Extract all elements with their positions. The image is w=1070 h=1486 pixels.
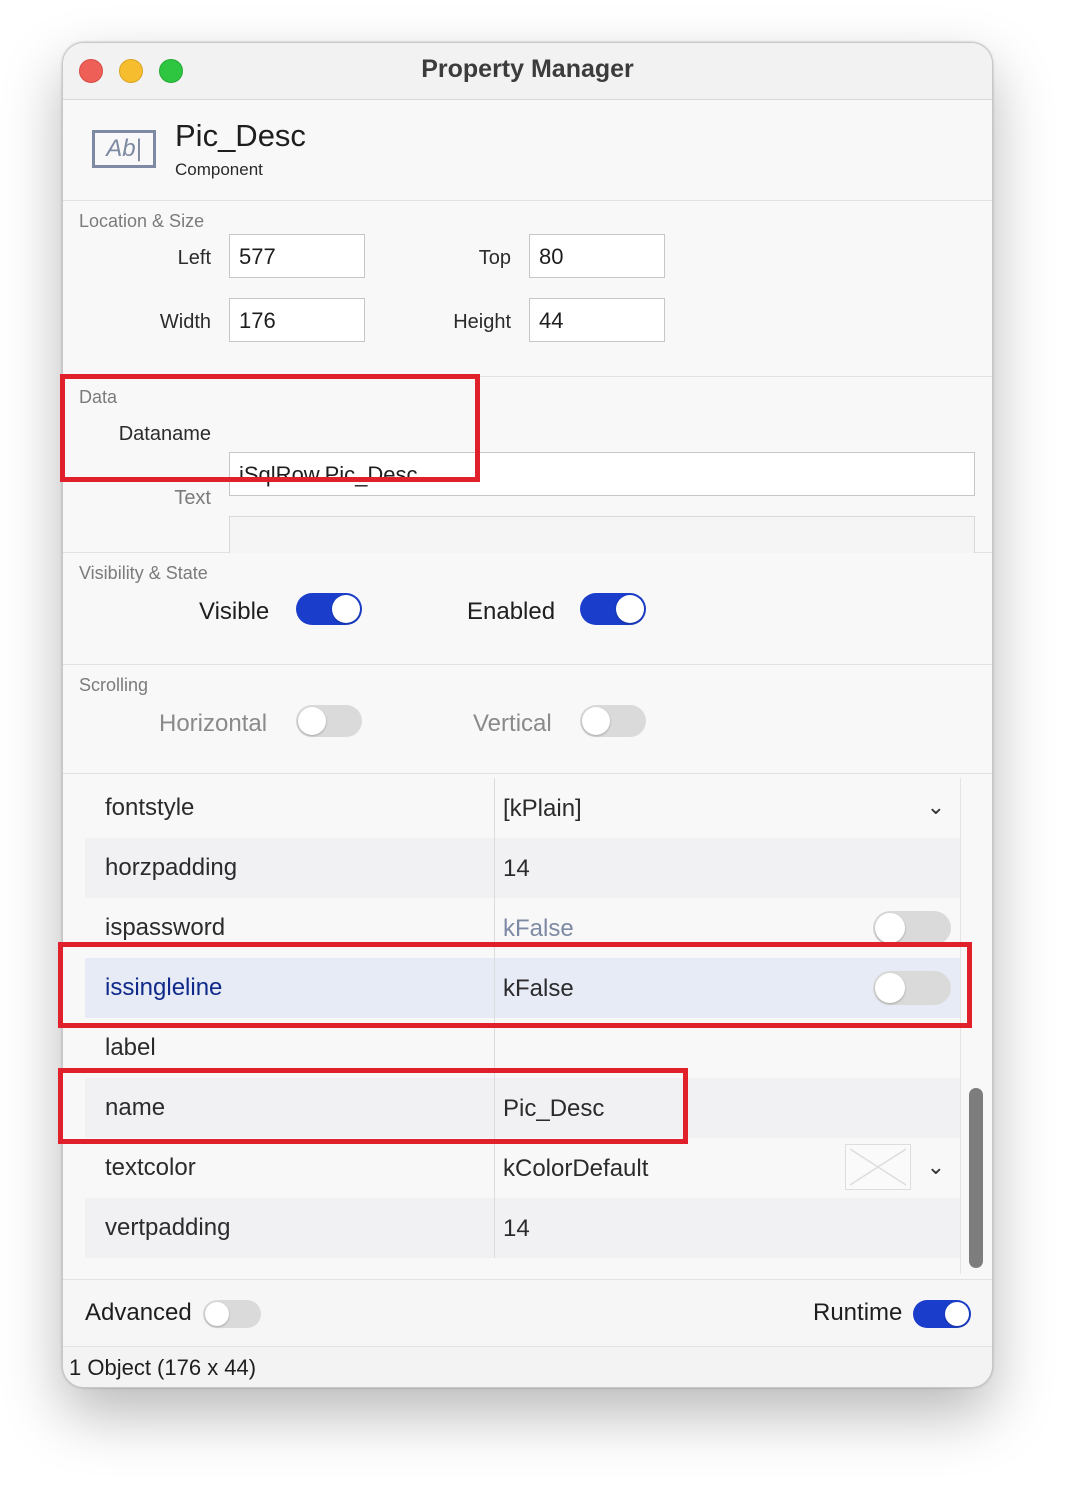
component-header: Ab| Pic_Desc Component <box>63 100 992 201</box>
color-swatch[interactable] <box>845 1144 911 1190</box>
property-value: [kPlain] <box>503 795 582 822</box>
runtime-toggle[interactable] <box>913 1300 971 1328</box>
enabled-toggle[interactable] <box>580 593 646 625</box>
property-name: ispassword <box>105 914 226 941</box>
column-divider <box>494 778 495 838</box>
section-label-visibility: Visibility & State <box>79 563 208 583</box>
width-input[interactable]: 176 <box>229 298 365 342</box>
property-value: 14 <box>503 855 530 882</box>
top-label: Top <box>478 247 511 269</box>
chevron-down-icon[interactable]: ⌄ <box>927 794 945 820</box>
footer-bar: Advanced Runtime <box>63 1279 992 1346</box>
text-field-icon: Ab| <box>92 130 156 168</box>
toggle-knob <box>616 595 644 623</box>
enabled-label: Enabled <box>467 598 556 625</box>
location-size-section: Location & Size Left 577 Top 80 Width 17… <box>63 201 992 377</box>
property-value: kFalse <box>503 915 574 942</box>
text-label: Text <box>174 487 211 509</box>
width-label: Width <box>159 311 211 333</box>
toggle-knob <box>298 707 326 735</box>
toggle-knob <box>582 707 610 735</box>
visible-toggle[interactable] <box>296 593 362 625</box>
highlight-box-issingleline <box>58 942 972 1028</box>
toggle-knob <box>945 1302 969 1326</box>
toggle-knob <box>332 595 360 623</box>
property-row-fontstyle[interactable]: fontstyle [kPlain] ⌄ <box>85 778 961 838</box>
top-input[interactable]: 80 <box>529 234 665 278</box>
no-color-icon <box>849 1148 907 1186</box>
chevron-down-icon[interactable]: ⌄ <box>927 1154 945 1180</box>
component-type: Component <box>175 160 263 179</box>
component-name: Pic_Desc <box>175 118 306 153</box>
horizontal-label: Horizontal <box>159 710 268 737</box>
advanced-toggle[interactable] <box>203 1300 261 1328</box>
section-label-scrolling: Scrolling <box>79 675 149 695</box>
column-divider <box>494 838 495 898</box>
advanced-label: Advanced <box>85 1299 192 1326</box>
status-bar: 1 Object (176 x 44) <box>63 1346 992 1387</box>
property-name: fontstyle <box>105 794 195 821</box>
property-name: horzpadding <box>105 854 238 881</box>
property-row-horzpadding[interactable]: horzpadding 14 <box>85 838 961 898</box>
property-row-textcolor[interactable]: textcolor kColorDefault ⌄ <box>85 1138 961 1198</box>
vertical-label: Vertical <box>473 710 552 737</box>
property-name: vertpadding <box>105 1214 231 1241</box>
highlight-box-name <box>58 1068 688 1144</box>
highlight-box-dataname <box>60 374 480 482</box>
visibility-section: Visibility & State Visible Enabled <box>63 553 992 665</box>
section-label-location-size: Location & Size <box>79 211 205 231</box>
property-name: label <box>105 1034 156 1061</box>
height-input[interactable]: 44 <box>529 298 665 342</box>
horizontal-toggle[interactable] <box>296 705 362 737</box>
ispassword-toggle[interactable] <box>873 911 951 945</box>
property-name: textcolor <box>105 1154 196 1181</box>
visible-label: Visible <box>199 598 270 625</box>
height-label: Height <box>453 311 511 333</box>
property-value: 14 <box>503 1215 530 1242</box>
column-divider <box>494 1138 495 1198</box>
property-value: kColorDefault <box>503 1155 649 1182</box>
scrolling-section: Scrolling Horizontal Vertical <box>63 665 992 774</box>
left-input[interactable]: 577 <box>229 234 365 278</box>
runtime-label: Runtime <box>813 1299 903 1326</box>
left-label: Left <box>177 247 211 269</box>
window-title: Property Manager <box>421 55 634 83</box>
status-text: 1 Object (176 x 44) <box>69 1355 257 1380</box>
scrollbar-thumb[interactable] <box>969 1088 983 1268</box>
property-manager-window: Property Manager Ab| Pic_Desc Component … <box>62 42 993 1388</box>
property-row-vertpadding[interactable]: vertpadding 14 <box>85 1198 961 1258</box>
toggle-knob <box>875 913 905 943</box>
title-bar: Property Manager <box>63 43 992 100</box>
vertical-toggle[interactable] <box>580 705 646 737</box>
column-divider <box>494 1198 495 1258</box>
toggle-knob <box>205 1302 229 1326</box>
